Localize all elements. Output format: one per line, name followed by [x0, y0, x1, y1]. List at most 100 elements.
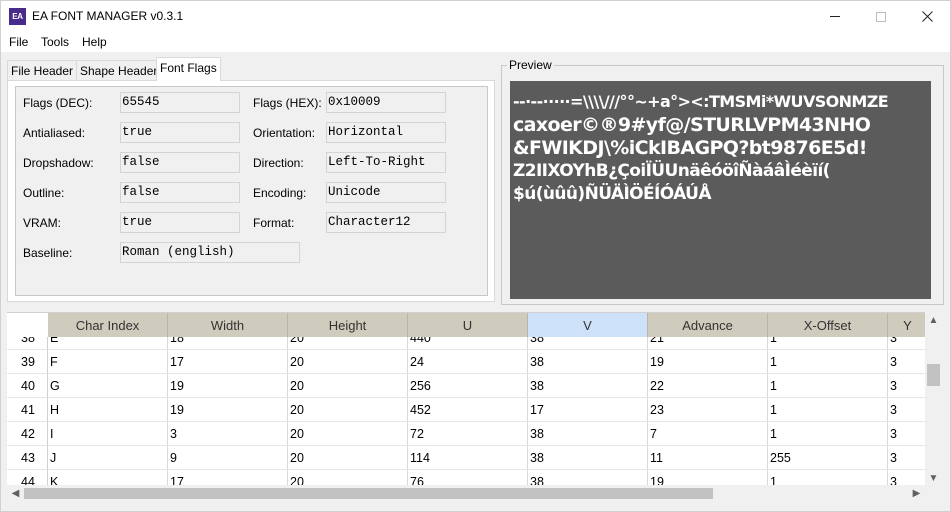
cell-x-offset[interactable]: 1 [768, 422, 888, 446]
arrow-down-icon[interactable]: ▼ [925, 470, 942, 487]
cell-width[interactable]: 19 [168, 398, 288, 422]
flags-dec-label: Flags (DEC): [23, 96, 93, 110]
vram-field[interactable]: true [120, 212, 240, 233]
horizontal-scroll-thumb[interactable] [24, 488, 713, 499]
cell-width[interactable]: 19 [168, 374, 288, 398]
preview-canvas: --·--·····=\\\\///°°~+a°><:TMSMi*WUVSONM… [510, 81, 931, 299]
cell-x-offset[interactable]: 1 [768, 398, 888, 422]
close-button[interactable] [904, 1, 950, 32]
tab-font-flags[interactable]: Font Flags [156, 57, 221, 81]
menu-tools[interactable]: Tools [41, 35, 69, 49]
column-header-u[interactable]: U [408, 313, 528, 337]
column-header-y-offset[interactable]: Y [888, 313, 925, 337]
cell-y-offset[interactable]: 3 [888, 422, 925, 446]
cell-advance[interactable]: 7 [648, 422, 768, 446]
column-header-height[interactable]: Height [288, 313, 408, 337]
cell-x-offset[interactable]: 1 [768, 350, 888, 374]
cell-y-offset[interactable]: 3 [888, 350, 925, 374]
cell-u[interactable]: 72 [408, 422, 528, 446]
preview-glyph-line-3: &FWIKDJ\%iCkIBAGPQ?bt9876E5d! [513, 137, 867, 159]
maximize-icon [876, 11, 886, 22]
cell-advance[interactable]: 19 [648, 350, 768, 374]
cell-u[interactable]: 24 [408, 350, 528, 374]
direction-field[interactable]: Left-To-Right [326, 152, 446, 173]
row-header[interactable]: 41 [7, 398, 48, 422]
horizontal-scrollbar[interactable]: ◀ ▶ [7, 485, 925, 502]
window-title: EA FONT MANAGER v0.3.1 [32, 9, 184, 23]
cell-x-offset[interactable]: 1 [768, 374, 888, 398]
cell-width[interactable]: 3 [168, 422, 288, 446]
cell-u[interactable]: 452 [408, 398, 528, 422]
cell-advance[interactable]: 11 [648, 446, 768, 470]
table-row[interactable]: 40 G 19 20 256 38 22 1 3 [7, 374, 925, 398]
arrow-up-icon[interactable]: ▲ [925, 312, 942, 329]
cell-v[interactable]: 38 [528, 422, 648, 446]
row-header[interactable]: 43 [7, 446, 48, 470]
table-row[interactable]: 43 J 9 20 114 38 11 255 3 [7, 446, 925, 470]
cell-y-offset[interactable]: 3 [888, 398, 925, 422]
outline-field[interactable]: false [120, 182, 240, 203]
tab-file-header[interactable]: File Header [7, 60, 78, 81]
cell-char-index[interactable]: I [48, 422, 168, 446]
cell-char-index[interactable]: H [48, 398, 168, 422]
title-bar[interactable]: EA EA FONT MANAGER v0.3.1 [1, 1, 950, 32]
cell-v[interactable]: 17 [528, 398, 648, 422]
menu-help[interactable]: Help [82, 35, 107, 49]
row-header[interactable]: 39 [7, 350, 48, 374]
tab-shape-header[interactable]: Shape Header [76, 60, 162, 81]
arrow-right-icon[interactable]: ▶ [908, 485, 925, 502]
vertical-scroll-thumb[interactable] [927, 364, 940, 386]
format-field[interactable]: Character12 [326, 212, 446, 233]
cell-char-index[interactable]: G [48, 374, 168, 398]
dropshadow-label: Dropshadow: [23, 156, 94, 170]
cell-char-index[interactable]: J [48, 446, 168, 470]
cell-v[interactable]: 38 [528, 446, 648, 470]
row-header[interactable]: 42 [7, 422, 48, 446]
column-header-x-offset[interactable]: X-Offset [768, 313, 888, 337]
dropshadow-field[interactable]: false [120, 152, 240, 173]
cell-advance[interactable]: 23 [648, 398, 768, 422]
cell-v[interactable]: 38 [528, 350, 648, 374]
encoding-field[interactable]: Unicode [326, 182, 446, 203]
table-header: Char Index Width Height U V Advance X-Of… [7, 313, 925, 337]
table-row[interactable]: 41 H 19 20 452 17 23 1 3 [7, 398, 925, 422]
glyph-table[interactable]: Char Index Width Height U V Advance X-Of… [7, 312, 925, 487]
cell-u[interactable]: 114 [408, 446, 528, 470]
cell-width[interactable]: 9 [168, 446, 288, 470]
preview-glyph-line-5: $ú(ùûû)ÑÜÄÌÖÉÍÓÁÚÅ [513, 184, 712, 204]
cell-v[interactable]: 38 [528, 374, 648, 398]
vertical-scrollbar[interactable]: ▲ ▼ [925, 312, 942, 487]
orientation-field[interactable]: Horizontal [326, 122, 446, 143]
column-header-v[interactable]: V [528, 313, 648, 337]
direction-label: Direction: [253, 156, 304, 170]
cell-u[interactable]: 256 [408, 374, 528, 398]
table-row[interactable]: 39 F 17 20 24 38 19 1 3 [7, 350, 925, 374]
flags-group: Flags (DEC): 65545 Flags (HEX): 0x10009 … [15, 86, 488, 296]
baseline-label: Baseline: [23, 246, 73, 260]
table-row[interactable]: 42 I 3 20 72 38 7 1 3 [7, 422, 925, 446]
antialiased-field[interactable]: true [120, 122, 240, 143]
cell-y-offset[interactable]: 3 [888, 446, 925, 470]
cell-height[interactable]: 20 [288, 350, 408, 374]
cell-char-index[interactable]: F [48, 350, 168, 374]
cell-height[interactable]: 20 [288, 446, 408, 470]
format-label: Format: [253, 216, 295, 230]
column-header-advance[interactable]: Advance [648, 313, 768, 337]
column-header-char-index[interactable]: Char Index [48, 313, 168, 337]
cell-height[interactable]: 20 [288, 398, 408, 422]
cell-x-offset[interactable]: 255 [768, 446, 888, 470]
cell-width[interactable]: 17 [168, 350, 288, 374]
flags-hex-field[interactable]: 0x10009 [326, 92, 446, 113]
minimize-button[interactable] [812, 1, 858, 32]
column-header-width[interactable]: Width [168, 313, 288, 337]
cell-height[interactable]: 20 [288, 374, 408, 398]
baseline-field[interactable]: Roman (english) [120, 242, 300, 263]
cell-advance[interactable]: 22 [648, 374, 768, 398]
row-header[interactable]: 40 [7, 374, 48, 398]
cell-height[interactable]: 20 [288, 422, 408, 446]
menu-file[interactable]: File [9, 35, 28, 49]
flags-dec-field[interactable]: 65545 [120, 92, 240, 113]
cell-y-offset[interactable]: 3 [888, 374, 925, 398]
arrow-left-icon[interactable]: ◀ [7, 485, 24, 502]
maximize-button[interactable] [858, 1, 904, 32]
